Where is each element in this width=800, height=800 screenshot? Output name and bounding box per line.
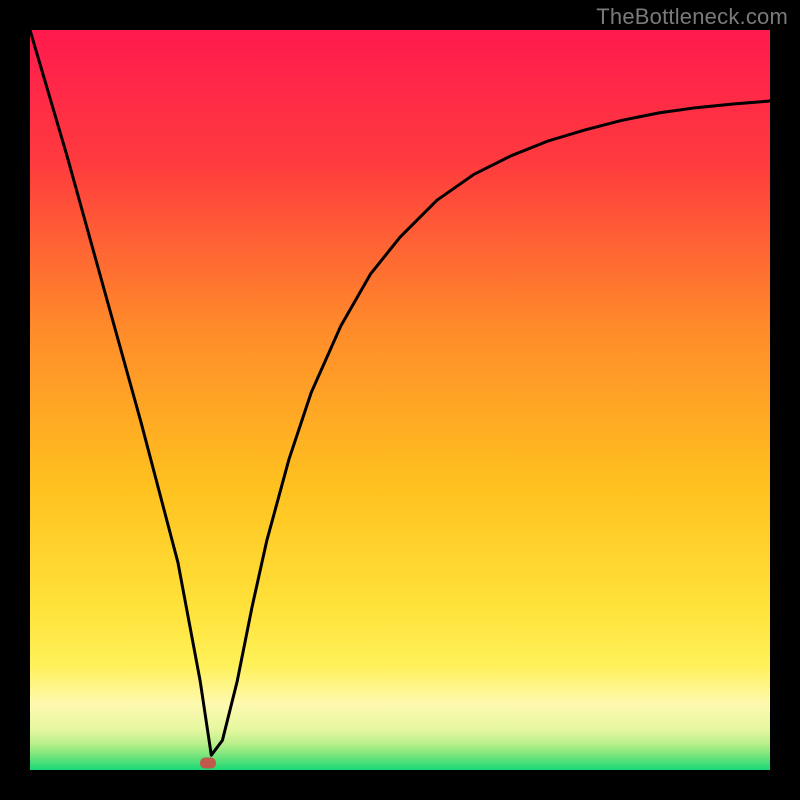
bottleneck-curve — [30, 30, 770, 770]
watermark-text: TheBottleneck.com — [596, 4, 788, 30]
chart-frame: TheBottleneck.com — [0, 0, 800, 800]
optimal-marker — [200, 757, 216, 768]
plot-area — [30, 30, 770, 770]
